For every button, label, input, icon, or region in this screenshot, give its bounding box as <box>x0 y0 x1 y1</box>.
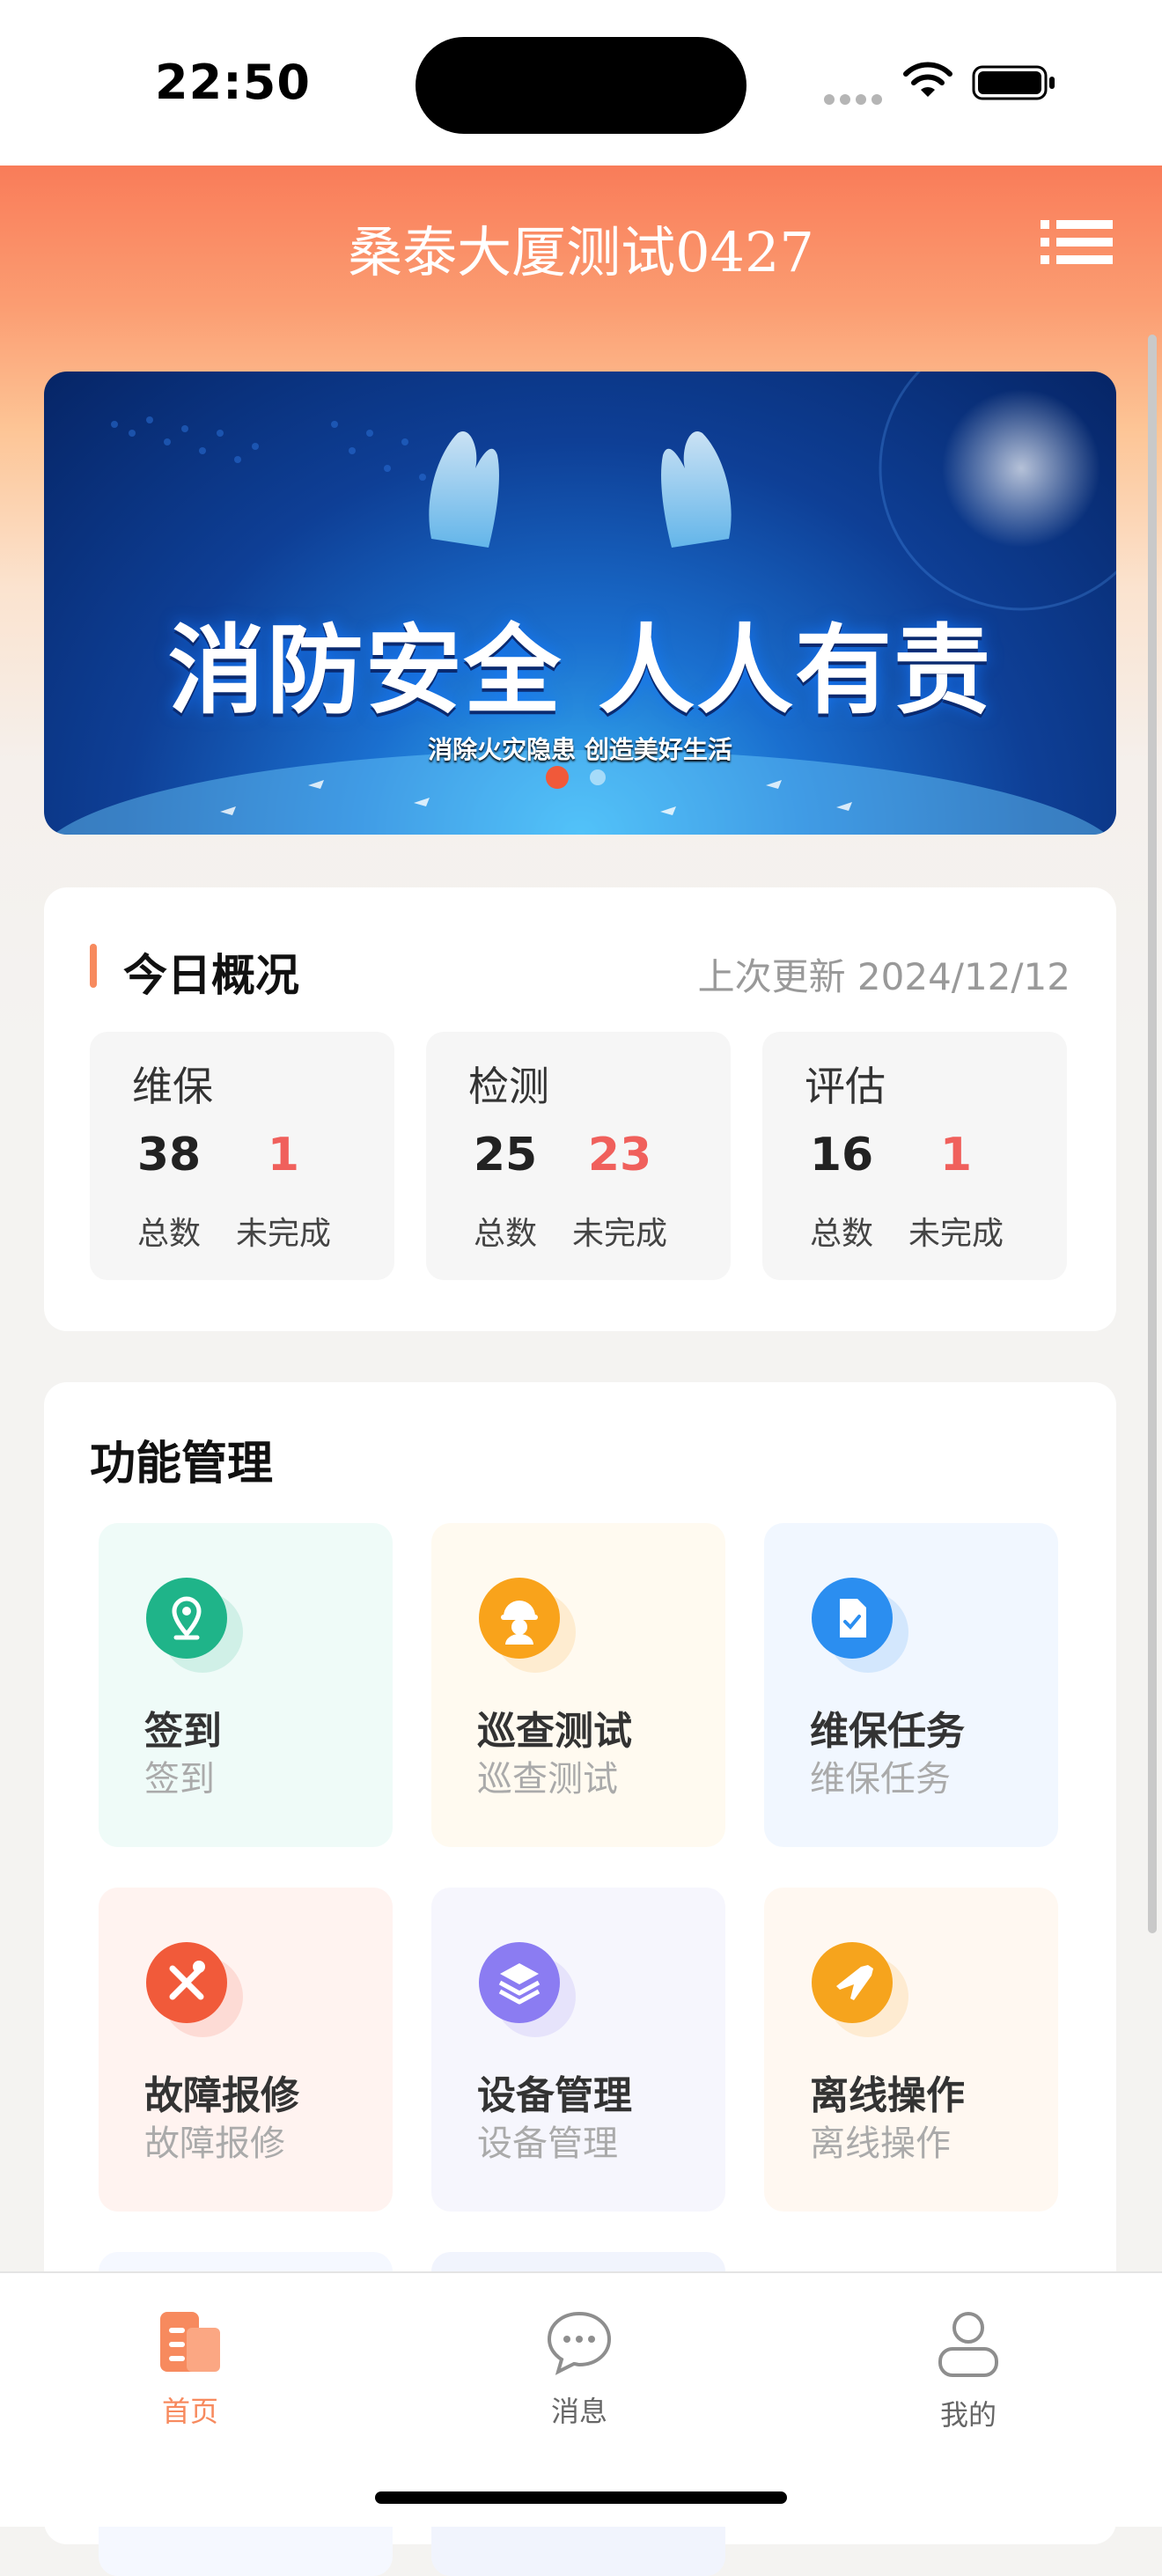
page-title: 桑泰大厦测试0427 <box>348 220 814 284</box>
feature-subtitle: 设备管理 <box>477 2123 618 2164</box>
battery-icon <box>972 65 1055 100</box>
feature-name: 维保任务 <box>810 1709 965 1754</box>
bottom-tab-bar: 首页 消息 我的 <box>0 2271 1162 2527</box>
feature-name: 签到 <box>144 1709 222 1754</box>
feature-name: 离线操作 <box>810 2073 965 2118</box>
feature-patrol-test[interactable]: 巡查测试 巡查测试 <box>431 1523 725 1847</box>
feature-subtitle: 离线操作 <box>810 2123 951 2164</box>
overview-assessment[interactable]: 评估 16 1 总数 未完成 <box>762 1032 1067 1280</box>
tab-label: 首页 <box>161 2395 218 2428</box>
overview-item-label: 评估 <box>805 1063 886 1110</box>
profile-icon <box>938 2312 998 2377</box>
home-indicator[interactable] <box>375 2491 787 2504</box>
dynamic-island <box>416 37 746 134</box>
tab-messages[interactable]: 消息 <box>491 2308 667 2430</box>
feature-subtitle: 签到 <box>144 1759 215 1800</box>
last-update-text: 上次更新 2024/12/12 <box>697 955 1070 998</box>
overview-card: 今日概况 上次更新 2024/12/12 维保 38 1 总数 未完成 检测 2… <box>44 887 1116 1331</box>
feature-subtitle: 巡查测试 <box>477 1759 618 1800</box>
section-accent-bar <box>90 944 97 988</box>
status-time: 22:50 <box>155 55 311 110</box>
banner-carousel[interactable]: 消防安全 人人有责 消除火灾隐患 创造美好生活 <box>44 372 1116 835</box>
overview-pending-value: 1 <box>939 1129 973 1181</box>
overview-item-label: 维保 <box>132 1063 213 1110</box>
feature-name: 设备管理 <box>477 2073 632 2118</box>
tab-label: 消息 <box>550 2395 607 2428</box>
feature-subtitle: 故障报修 <box>144 2123 285 2164</box>
overview-pending-label: 未完成 <box>235 1216 331 1252</box>
feature-subtitle: 维保任务 <box>810 1759 951 1800</box>
menu-list-icon[interactable] <box>1039 217 1114 268</box>
layers-icon <box>479 1942 576 2037</box>
overview-inspection[interactable]: 检测 25 23 总数 未完成 <box>426 1032 731 1280</box>
overview-item-label: 检测 <box>468 1063 549 1110</box>
banner-subtitle: 消除火灾隐患 创造美好生活 <box>428 735 732 764</box>
feature-name: 故障报修 <box>144 2073 299 2118</box>
status-bar: 22:50 <box>0 0 1162 166</box>
home-icon <box>160 2312 220 2372</box>
repair-tools-icon <box>146 1942 243 2037</box>
carousel-indicator-active[interactable] <box>546 766 569 789</box>
message-icon <box>547 2311 612 2375</box>
scrollbar[interactable] <box>1148 335 1157 1933</box>
feature-checkin[interactable]: 签到 签到 <box>99 1523 393 1847</box>
feature-name: 巡查测试 <box>477 1709 632 1754</box>
signal-dots-icon <box>824 92 887 108</box>
wifi-icon <box>903 62 952 97</box>
banner-title: 消防安全 人人有责 <box>167 615 993 727</box>
overview-title: 今日概况 <box>123 950 299 1001</box>
task-document-icon <box>812 1578 908 1673</box>
feature-maintenance-task[interactable]: 维保任务 维保任务 <box>764 1523 1058 1847</box>
tab-profile[interactable]: 我的 <box>880 2308 1056 2433</box>
overview-maintenance[interactable]: 维保 38 1 总数 未完成 <box>90 1032 394 1280</box>
overview-pending-value: 1 <box>267 1129 300 1181</box>
airplane-icon <box>812 1942 908 2037</box>
tab-home[interactable]: 首页 <box>102 2308 278 2430</box>
overview-pending-label: 未完成 <box>908 1216 1004 1252</box>
location-pin-icon <box>146 1578 243 1673</box>
tab-label: 我的 <box>939 2398 997 2432</box>
overview-pending-value: 23 <box>587 1129 652 1181</box>
feature-device-management[interactable]: 设备管理 设备管理 <box>431 1888 725 2212</box>
worker-helmet-icon <box>479 1578 576 1673</box>
carousel-indicator[interactable] <box>590 769 606 785</box>
features-title: 功能管理 <box>90 1438 274 1490</box>
feature-fault-repair[interactable]: 故障报修 故障报修 <box>99 1888 393 2212</box>
overview-pending-label: 未完成 <box>571 1216 667 1252</box>
feature-offline-operation[interactable]: 离线操作 离线操作 <box>764 1888 1058 2212</box>
